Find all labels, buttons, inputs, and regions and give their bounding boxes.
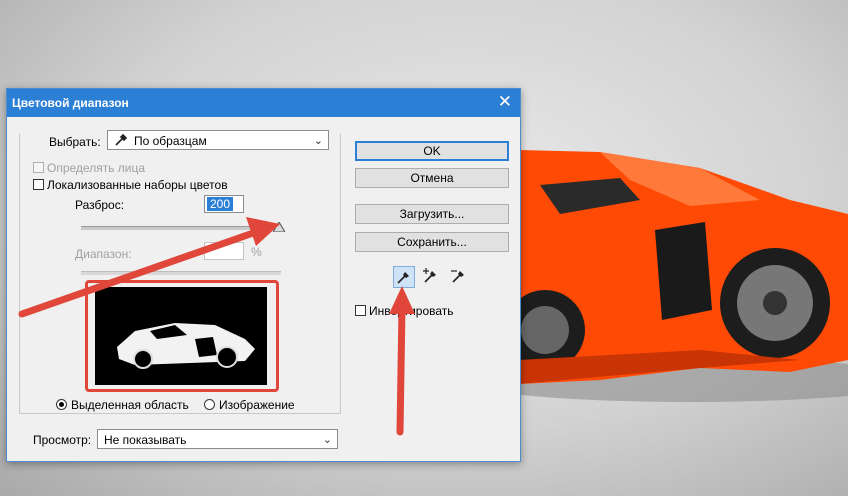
select-combobox[interactable]: По образцам ⌄ bbox=[107, 130, 329, 150]
image-radio[interactable] bbox=[204, 399, 215, 410]
detect-faces-label: Определять лица bbox=[47, 161, 146, 175]
eyedropper-icon bbox=[397, 272, 409, 284]
range-label: Диапазон: bbox=[75, 247, 132, 261]
detect-faces-checkbox[interactable] bbox=[33, 162, 44, 173]
invert-label: Инвертировать bbox=[369, 304, 454, 318]
fuzziness-input[interactable]: 200 bbox=[204, 195, 244, 213]
title-bar: Цветовой диапазон ✕ bbox=[7, 89, 520, 117]
preview-mode-value: Не показывать bbox=[104, 433, 187, 447]
localized-color-clusters-label: Локализованные наборы цветов bbox=[47, 178, 228, 192]
invert-checkbox[interactable] bbox=[355, 305, 366, 316]
load-button[interactable]: Загрузить... bbox=[355, 204, 509, 224]
preview-highlight-frame bbox=[85, 280, 279, 392]
ok-button[interactable]: OK bbox=[355, 141, 509, 161]
range-slider-track[interactable] bbox=[81, 271, 281, 275]
range-percent: % bbox=[251, 245, 262, 259]
car-mask-image bbox=[117, 323, 255, 369]
fuzziness-slider-track[interactable] bbox=[81, 226, 281, 230]
eyedropper-tool-button[interactable] bbox=[393, 266, 415, 288]
close-icon[interactable]: ✕ bbox=[498, 93, 512, 111]
dialog-title: Цветовой диапазон bbox=[12, 96, 129, 110]
eyedropper-minus-icon bbox=[451, 270, 464, 283]
eyedropper-plus-tool-button[interactable] bbox=[421, 266, 443, 288]
eyedropper-icon bbox=[114, 133, 128, 150]
fuzziness-slider-thumb[interactable] bbox=[272, 221, 286, 235]
chevron-down-icon: ⌄ bbox=[322, 434, 332, 446]
eyedropper-minus-tool-button[interactable] bbox=[449, 266, 471, 288]
selection-preview-image bbox=[95, 287, 267, 385]
preview-mode-label: Просмотр: bbox=[33, 433, 92, 447]
eyedropper-plus-icon bbox=[423, 268, 436, 283]
selection-radio-label: Выделенная область bbox=[71, 398, 189, 412]
select-value: По образцам bbox=[134, 134, 207, 148]
localized-color-clusters-checkbox[interactable] bbox=[33, 179, 44, 190]
fuzziness-value: 200 bbox=[207, 197, 234, 211]
color-range-dialog: Цветовой диапазон ✕ Выбрать: По образцам… bbox=[6, 88, 521, 462]
chevron-down-icon: ⌄ bbox=[313, 135, 323, 147]
range-input[interactable] bbox=[204, 242, 244, 260]
selection-radio[interactable] bbox=[56, 399, 67, 410]
image-radio-label: Изображение bbox=[219, 398, 295, 412]
select-label: Выбрать: bbox=[49, 135, 101, 149]
save-button[interactable]: Сохранить... bbox=[355, 232, 509, 252]
fuzziness-label: Разброс: bbox=[75, 198, 125, 212]
preview-mode-combobox[interactable]: Не показывать ⌄ bbox=[97, 429, 338, 449]
cancel-button[interactable]: Отмена bbox=[355, 168, 509, 188]
